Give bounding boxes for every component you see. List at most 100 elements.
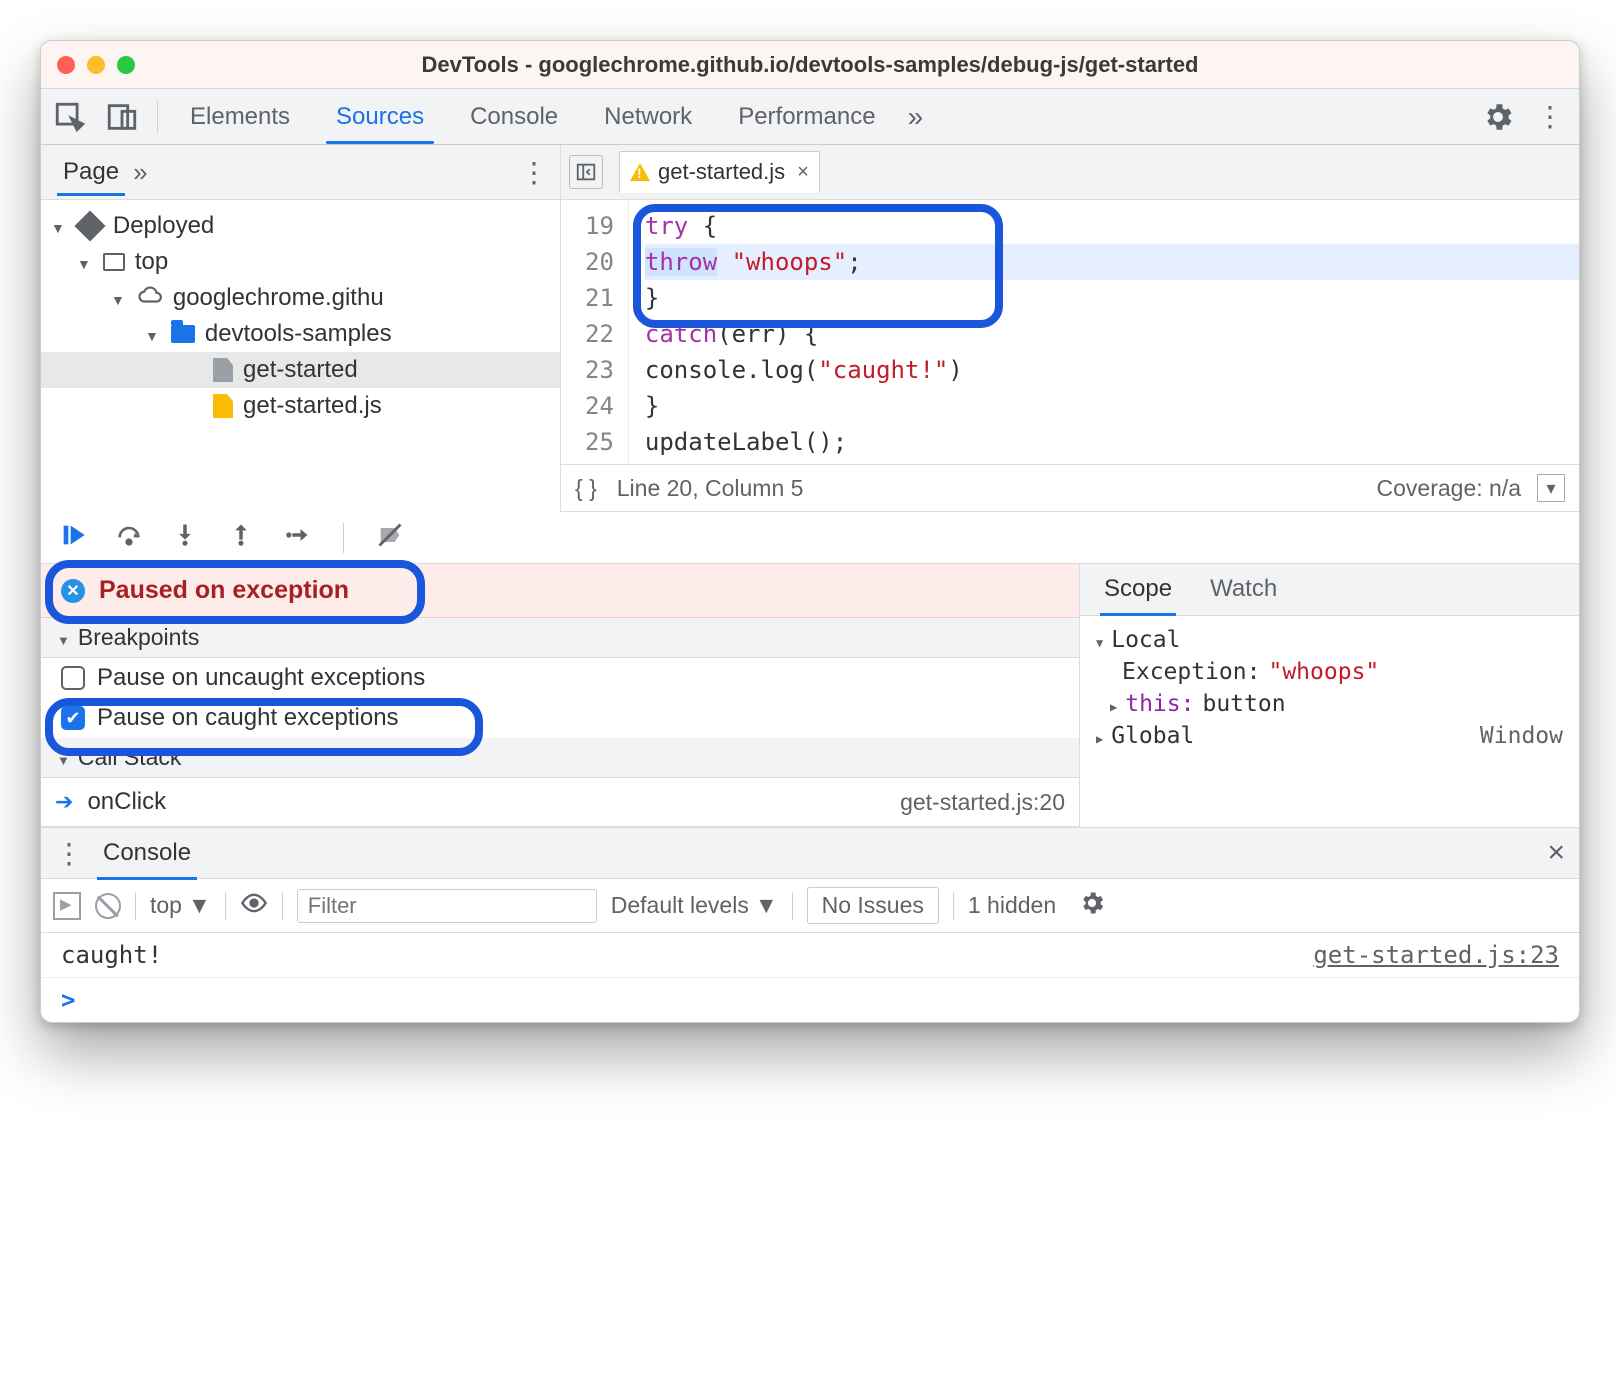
step-icon[interactable]: [283, 521, 311, 555]
callstack-section-header[interactable]: Call Stack: [41, 738, 1079, 778]
window-minimize-button[interactable]: [87, 56, 105, 74]
breakpoints-section-header[interactable]: Breakpoints: [41, 618, 1079, 658]
code-content[interactable]: try { throw "whoops"; } catch(err) { con…: [629, 200, 1579, 464]
tree-label: devtools-samples: [205, 320, 392, 348]
issues-button[interactable]: No Issues: [807, 887, 939, 924]
file-navigator-tree: Deployed top googlechrome.githu devtools…: [41, 200, 561, 512]
inspect-element-icon[interactable]: [53, 100, 87, 134]
settings-gear-icon[interactable]: [1481, 100, 1515, 134]
section-title: Call Stack: [78, 744, 182, 771]
line-number-gutter[interactable]: 19 20 21 22 23 24 25: [561, 200, 629, 464]
callstack-frame[interactable]: ➔ onClick get-started.js:20: [41, 778, 1079, 827]
tree-node-file-html[interactable]: get-started: [41, 352, 560, 388]
drawer-tab-console[interactable]: Console: [95, 827, 199, 879]
tab-sources[interactable]: Sources: [322, 91, 438, 143]
frame-icon: [103, 253, 125, 271]
pause-caught-row[interactable]: ✔ Pause on caught exceptions: [41, 698, 1079, 738]
clear-console-icon[interactable]: [95, 893, 121, 919]
tree-node-folder[interactable]: devtools-samples: [41, 316, 560, 352]
window-zoom-button[interactable]: [117, 56, 135, 74]
expand-icon: [57, 624, 70, 651]
toggle-navigator-icon[interactable]: [569, 155, 603, 189]
execution-context-selector[interactable]: top ▼: [150, 892, 211, 919]
pretty-print-braces-icon[interactable]: { }: [575, 475, 597, 502]
scope-section-local[interactable]: Local: [1080, 624, 1579, 656]
deactivate-breakpoints-icon[interactable]: [376, 521, 404, 555]
navigator-menu-icon[interactable]: ⋮: [520, 156, 548, 189]
line-number: 23: [585, 352, 614, 388]
tree-node-deployed[interactable]: Deployed: [41, 208, 560, 244]
tab-scope[interactable]: Scope: [1100, 563, 1176, 615]
scope-var-exception[interactable]: Exception: "whoops": [1080, 656, 1579, 688]
warning-icon: [630, 163, 650, 181]
debugger-body: ✕ Paused on exception Breakpoints Pause …: [41, 564, 1579, 827]
editor-status-bar: { } Line 20, Column 5 Coverage: n/a ▾: [561, 464, 1579, 512]
code-token: "caught!": [818, 356, 948, 384]
drawer-close-icon[interactable]: ×: [1547, 836, 1565, 870]
navigator-tab-page[interactable]: Page: [53, 148, 129, 196]
tree-label: Deployed: [113, 212, 214, 240]
debugger-toolbar: [41, 512, 1579, 564]
code-token: ;: [847, 248, 861, 276]
kebab-menu-icon[interactable]: ⋮: [1533, 100, 1567, 134]
console-filter-input[interactable]: [297, 889, 597, 923]
code-token: }: [645, 392, 659, 420]
navigator-tabs-overflow-icon[interactable]: »: [133, 157, 147, 188]
line-number: 22: [585, 316, 614, 352]
scope-label: Global: [1111, 723, 1194, 749]
console-prompt[interactable]: >: [41, 978, 1579, 1022]
console-message[interactable]: caught! get-started.js:23: [41, 933, 1579, 978]
console-message-source-link[interactable]: get-started.js:23: [1313, 941, 1559, 969]
current-frame-icon: ➔: [55, 789, 73, 815]
tree-node-origin[interactable]: googlechrome.githu: [41, 280, 560, 316]
file-tab-get-started-js[interactable]: get-started.js ×: [619, 151, 820, 193]
scope-label: Local: [1111, 627, 1180, 653]
code-token: ): [948, 356, 962, 384]
tree-node-top[interactable]: top: [41, 244, 560, 280]
tree-label: get-started: [243, 356, 358, 384]
expand-icon: [111, 284, 127, 312]
step-out-icon[interactable]: [227, 521, 255, 555]
separator: [135, 892, 136, 920]
checkbox-label: Pause on caught exceptions: [97, 704, 399, 732]
debugger-left-pane: ✕ Paused on exception Breakpoints Pause …: [41, 564, 1079, 827]
drawer-menu-icon[interactable]: ⋮: [55, 837, 83, 870]
checkbox-unchecked[interactable]: [61, 666, 85, 690]
scope-section-global[interactable]: Global Window: [1080, 720, 1579, 752]
cursor-position-label: Line 20, Column 5: [617, 475, 804, 502]
code-token: {: [688, 212, 717, 240]
checkbox-checked[interactable]: ✔: [61, 706, 85, 730]
coverage-toggle-icon[interactable]: ▾: [1537, 474, 1565, 502]
code-token: console.log(: [645, 356, 818, 384]
tab-performance[interactable]: Performance: [724, 91, 889, 143]
tabs-overflow-icon[interactable]: »: [908, 101, 924, 133]
step-into-icon[interactable]: [171, 521, 199, 555]
folder-icon: [171, 325, 195, 343]
tab-elements[interactable]: Elements: [176, 91, 304, 143]
tab-console[interactable]: Console: [456, 91, 572, 143]
tree-node-file-js[interactable]: get-started.js: [41, 388, 560, 424]
expand-icon: [57, 744, 70, 771]
scope-watch-tabs: Scope Watch: [1080, 564, 1579, 616]
toggle-console-sidebar-icon[interactable]: [53, 892, 81, 920]
file-tab-close-icon[interactable]: ×: [797, 161, 809, 184]
line-number: 25: [585, 424, 614, 460]
separator: [225, 892, 226, 920]
log-level-selector[interactable]: Default levels ▼: [611, 892, 778, 919]
scope-var-this[interactable]: this: button: [1080, 688, 1579, 720]
console-output: caught! get-started.js:23 >: [41, 933, 1579, 1022]
device-toolbar-icon[interactable]: [105, 100, 139, 134]
live-expression-icon[interactable]: [240, 889, 268, 923]
tab-watch[interactable]: Watch: [1206, 563, 1281, 615]
tab-network[interactable]: Network: [590, 91, 706, 143]
console-settings-gear-icon[interactable]: [1078, 889, 1106, 923]
expand-icon: [1096, 723, 1103, 749]
scope-val: button: [1202, 691, 1285, 717]
frame-function-name: onClick: [87, 788, 166, 816]
pause-uncaught-row[interactable]: Pause on uncaught exceptions: [41, 658, 1079, 698]
frame-location: get-started.js:20: [900, 789, 1065, 816]
window-close-button[interactable]: [57, 56, 75, 74]
resume-icon[interactable]: [59, 521, 87, 555]
line-number: 21: [585, 280, 614, 316]
step-over-icon[interactable]: [115, 521, 143, 555]
